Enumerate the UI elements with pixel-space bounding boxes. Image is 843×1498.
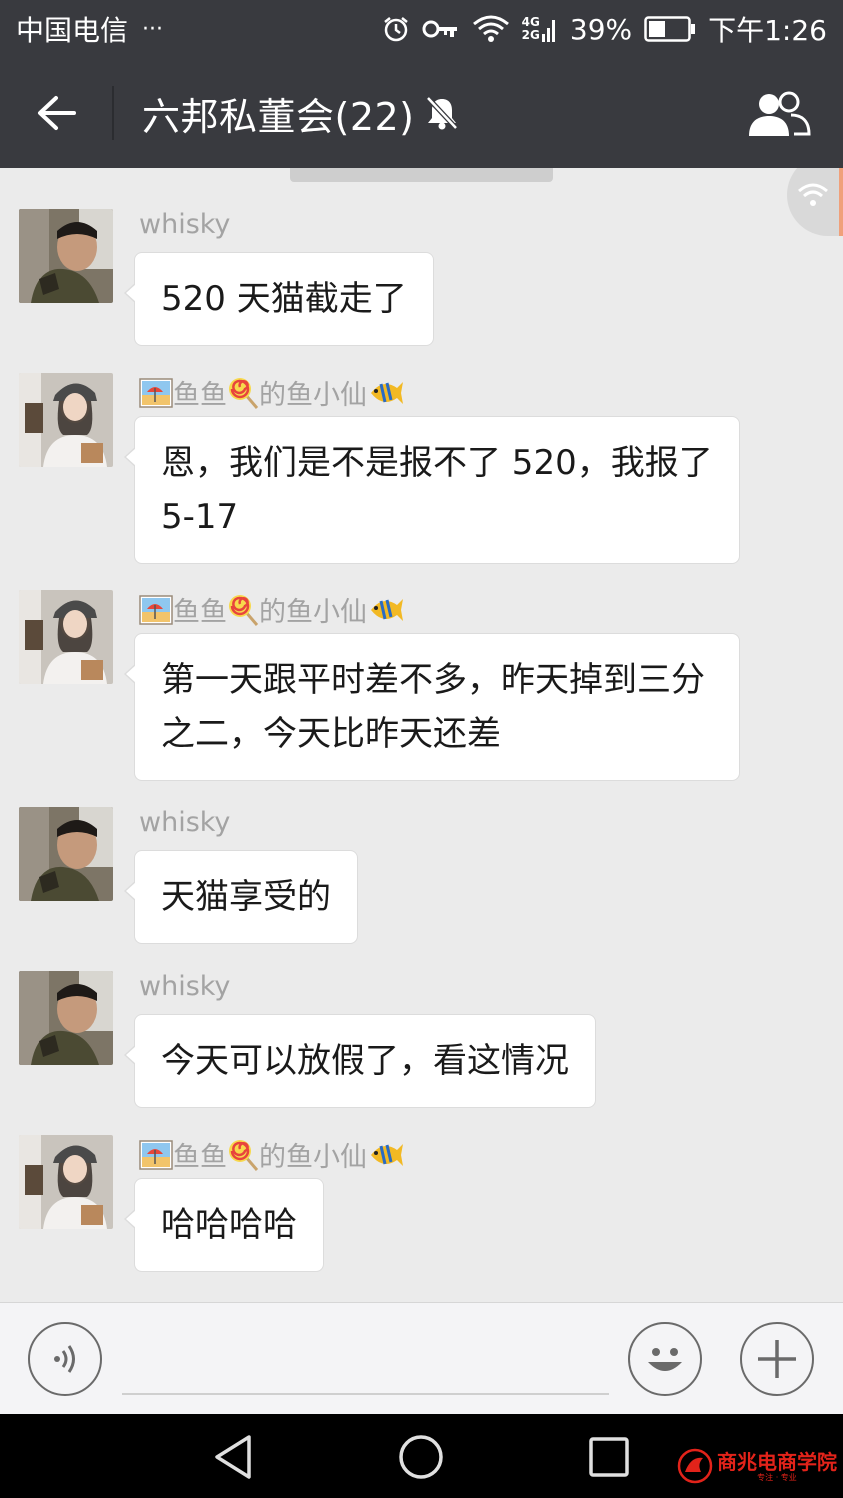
group-info-button[interactable] bbox=[745, 86, 813, 142]
net-type-bottom: 2G bbox=[521, 28, 540, 42]
lollipop-icon bbox=[229, 1139, 259, 1171]
beach-image-icon bbox=[139, 594, 173, 625]
back-arrow-icon bbox=[38, 96, 76, 130]
man-avatar[interactable] bbox=[19, 807, 113, 901]
alarm-icon bbox=[382, 15, 410, 43]
status-bar: 中国电信 ··· 4G 2G 39% 下午1:26 bbox=[0, 0, 843, 58]
message-list[interactable]: whisky 520 天猫截走了 鱼鱼 的鱼小仙 恩，我们是不是报不了 520，… bbox=[0, 168, 843, 1302]
message-text: 天猫享受的 bbox=[161, 877, 331, 917]
message-bubble[interactable]: 恩，我们是不是报不了 520，我报了 5-17 bbox=[124, 416, 740, 564]
sender-name-part: 鱼鱼 bbox=[173, 380, 227, 411]
woman-avatar[interactable] bbox=[19, 373, 113, 467]
woman-avatar[interactable] bbox=[19, 1135, 113, 1229]
message-text: 恩，我们是不是报不了 520，我报了 5-17 bbox=[161, 443, 713, 537]
sender-name: whisky bbox=[139, 807, 231, 838]
voice-icon bbox=[54, 1345, 75, 1373]
emoji-button[interactable] bbox=[628, 1322, 702, 1396]
man-avatar[interactable] bbox=[19, 971, 113, 1065]
input-bar bbox=[0, 1302, 843, 1414]
emoji-icon bbox=[648, 1348, 682, 1371]
plus-icon bbox=[758, 1340, 796, 1378]
message-bubble[interactable]: 第一天跟平时差不多，昨天掉到三分之二，今天比昨天还差 bbox=[124, 633, 740, 781]
nav-home-button[interactable] bbox=[396, 1432, 446, 1482]
beach-image-icon bbox=[139, 377, 173, 408]
voice-button[interactable] bbox=[28, 1322, 102, 1396]
group-members-icon bbox=[749, 91, 811, 136]
circle-home-icon bbox=[399, 1435, 443, 1479]
back-button[interactable] bbox=[0, 58, 112, 168]
wifi-icon bbox=[798, 183, 828, 206]
carrier-label: 中国电信 bbox=[16, 14, 129, 47]
key-icon bbox=[422, 17, 460, 41]
sender-name-part: 的鱼小仙 bbox=[259, 380, 367, 411]
system-nav-bar: 商兆电商学院 专注 · 专业 bbox=[0, 1414, 843, 1498]
more-functions-button[interactable] bbox=[740, 1322, 814, 1396]
message-text: 哈哈哈哈 bbox=[161, 1205, 297, 1245]
message-bubble[interactable]: 今天可以放假了，看这情况 bbox=[124, 1014, 596, 1108]
floating-wifi-button[interactable] bbox=[787, 168, 843, 236]
message-bubble[interactable]: 天猫享受的 bbox=[124, 850, 358, 944]
tropical-fish-icon bbox=[371, 1143, 403, 1166]
header-divider bbox=[112, 86, 114, 140]
chat-header: 六邦私董会(22) bbox=[0, 58, 843, 168]
message-bubble[interactable]: 520 天猫截走了 bbox=[124, 252, 434, 346]
man-avatar[interactable] bbox=[19, 209, 113, 303]
cellular-signal-icon: 4G 2G bbox=[522, 14, 558, 44]
woman-avatar[interactable] bbox=[19, 590, 113, 684]
sender-name-part: 的鱼小仙 bbox=[259, 1142, 367, 1173]
sender-name: whisky bbox=[139, 971, 231, 1002]
sender-name-part: 鱼鱼 bbox=[173, 597, 227, 628]
sender-name: 鱼鱼 的鱼小仙 bbox=[139, 373, 403, 412]
watermark-text: 商兆电商学院 bbox=[717, 1449, 837, 1474]
sender-name: 鱼鱼 的鱼小仙 bbox=[139, 1135, 403, 1174]
beach-image-icon bbox=[139, 1139, 173, 1170]
clock-time: 下午1:26 bbox=[708, 14, 827, 47]
message-text: 第一天跟平时差不多，昨天掉到三分之二，今天比昨天还差 bbox=[161, 660, 705, 754]
watermark-logo: 商兆电商学院 专注 · 专业 bbox=[677, 1448, 837, 1484]
lollipop-icon bbox=[229, 594, 259, 626]
watermark-emblem-icon bbox=[677, 1448, 713, 1484]
wifi-icon bbox=[472, 14, 510, 44]
watermark-subtext: 专注 · 专业 bbox=[757, 1472, 797, 1482]
triangle-back-icon bbox=[215, 1435, 251, 1479]
sender-name: 鱼鱼 的鱼小仙 bbox=[139, 590, 403, 629]
sender-name-part: 鱼鱼 bbox=[173, 1142, 227, 1173]
nav-recents-button[interactable] bbox=[584, 1432, 634, 1482]
message-text: 今天可以放假了，看这情况 bbox=[161, 1041, 569, 1081]
sender-name: whisky bbox=[139, 209, 231, 240]
message-bubble[interactable]: 哈哈哈哈 bbox=[124, 1178, 324, 1272]
nav-back-button[interactable] bbox=[208, 1432, 258, 1482]
square-recents-icon bbox=[589, 1437, 629, 1477]
message-input[interactable] bbox=[122, 1323, 609, 1395]
bell-muted-icon bbox=[425, 95, 459, 131]
battery-percent: 39% bbox=[569, 12, 633, 46]
tropical-fish-icon bbox=[371, 598, 403, 621]
message-text: 520 天猫截走了 bbox=[161, 279, 407, 319]
sender-name-part: 的鱼小仙 bbox=[259, 597, 367, 628]
battery-icon bbox=[644, 16, 696, 42]
more-notifications-icon: ··· bbox=[142, 16, 163, 42]
lollipop-icon bbox=[229, 377, 259, 409]
timestamp-chip bbox=[290, 168, 553, 182]
tropical-fish-icon bbox=[371, 381, 403, 404]
chat-title: 六邦私董会(22) bbox=[142, 94, 415, 139]
